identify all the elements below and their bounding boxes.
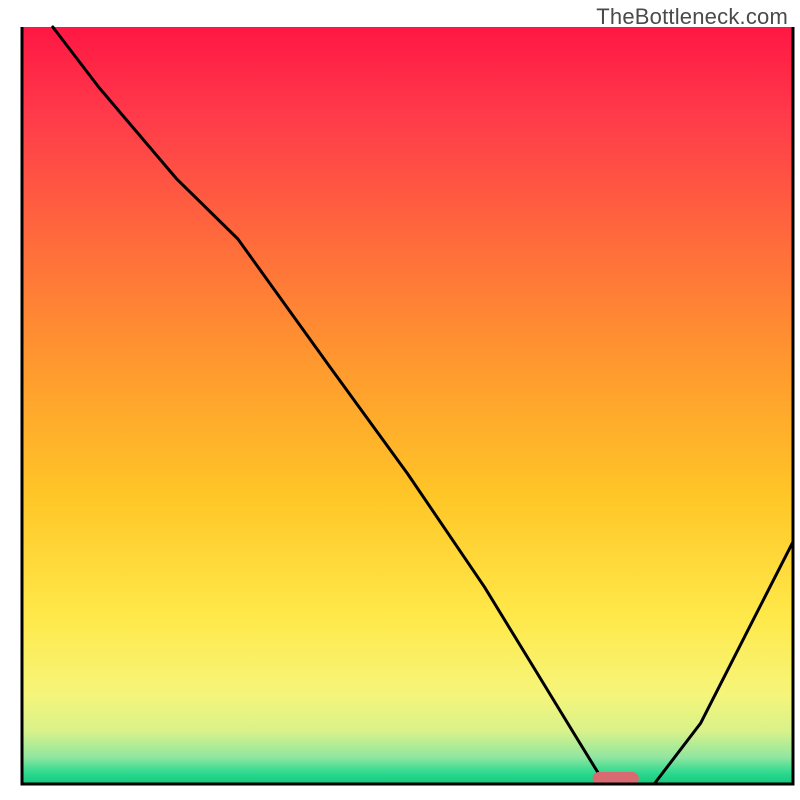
chart-container: TheBottleneck.com [0,0,800,800]
bottleneck-chart [0,0,800,800]
chart-background [22,27,793,784]
watermark-text: TheBottleneck.com [596,4,788,30]
